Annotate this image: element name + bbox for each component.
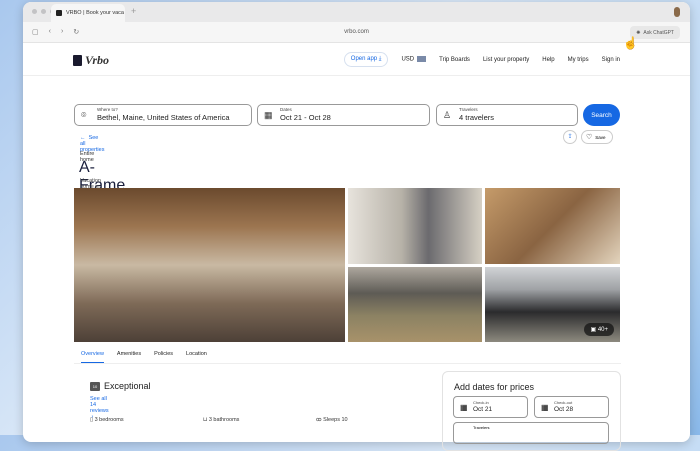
booking-travelers-label: Travelers bbox=[473, 425, 490, 430]
calendar-icon: ▦ bbox=[460, 403, 468, 412]
save-label: Save bbox=[595, 134, 606, 140]
checkout-label: Check-out bbox=[554, 400, 573, 405]
booking-card: Add dates for prices ▦ Check-in Oct 21 ▦ Ch… bbox=[442, 371, 621, 451]
photo-bathroom[interactable] bbox=[348, 188, 482, 264]
checkout-field[interactable]: ▦ Check-out Oct 28 bbox=[534, 396, 609, 418]
nav-my-trips[interactable]: My trips bbox=[568, 57, 589, 63]
currency-selector[interactable]: USD bbox=[401, 56, 427, 63]
new-tab-button[interactable]: + bbox=[131, 6, 136, 16]
fact-bedrooms: ▯ 3 bedrooms bbox=[90, 417, 203, 423]
dates-field[interactable]: ▦ Dates Oct 21 - Oct 28 bbox=[257, 104, 430, 126]
hand-cursor-icon: ☝ bbox=[623, 36, 638, 50]
nav-list-property[interactable]: List your property bbox=[483, 57, 529, 63]
profile-avatar[interactable] bbox=[674, 7, 680, 17]
logo-text: Vrbo bbox=[85, 53, 110, 67]
booking-title: Add dates for prices bbox=[454, 382, 535, 392]
photo-interior[interactable] bbox=[485, 188, 620, 264]
property-facts: ▯ 3 bedrooms ⊔ 3 bathrooms ꝏ Sleeps 10 bbox=[90, 417, 429, 423]
bathrooms-label: 3 bathrooms bbox=[208, 417, 240, 423]
more-photos-button[interactable]: ▣ 40+ bbox=[584, 323, 614, 336]
checkin-label: Check-in bbox=[473, 400, 489, 405]
booking-travelers-field[interactable]: Travelers bbox=[453, 422, 609, 444]
photo-living-room[interactable] bbox=[74, 188, 345, 342]
destination-label: Where to? bbox=[97, 107, 118, 112]
share-button[interactable]: ⇪ bbox=[563, 130, 577, 144]
chatgpt-icon: ✺ bbox=[636, 29, 641, 36]
search-button[interactable]: Search bbox=[583, 104, 620, 126]
nav-sign-in[interactable]: Sign in bbox=[602, 57, 620, 63]
share-icon: ⇪ bbox=[567, 134, 573, 140]
travelers-value: 4 travelers bbox=[459, 113, 495, 122]
checkin-field[interactable]: ▦ Check-in Oct 21 bbox=[453, 396, 528, 418]
url-field[interactable]: vrbo.com bbox=[23, 29, 690, 35]
reviews-link-label: See all 14 reviews bbox=[90, 396, 109, 414]
heart-icon: ♡ bbox=[586, 134, 593, 141]
ask-label: Ask ChatGPT bbox=[643, 29, 674, 36]
photo-count: 40+ bbox=[597, 327, 608, 333]
currency-label: USD bbox=[401, 56, 415, 63]
nav-help[interactable]: Help bbox=[542, 57, 554, 63]
dates-label: Dates bbox=[280, 107, 292, 112]
tab-bar: VRBO | Book your vaca + bbox=[23, 2, 690, 22]
gallery-icon: ▣ bbox=[590, 327, 598, 333]
tab-location[interactable]: Location bbox=[186, 351, 207, 357]
checkin-value: Oct 21 bbox=[473, 406, 493, 413]
address-bar: ▢ ‹ › ↻ vrbo.com ✺ Ask ChatGPT bbox=[23, 22, 690, 43]
tab-overview[interactable]: Overview bbox=[81, 345, 104, 363]
bedrooms-label: 3 bedrooms bbox=[94, 417, 124, 423]
fact-bathrooms: ⊔ 3 bathrooms bbox=[203, 417, 316, 423]
calendar-icon: ▦ bbox=[541, 403, 549, 412]
person-icon: ♙ bbox=[443, 110, 452, 120]
vrbo-logo[interactable]: Vrbo bbox=[73, 53, 109, 68]
destination-field[interactable]: ⌾ Where to? Bethel, Maine, United States o… bbox=[74, 104, 252, 126]
calendar-icon: ▦ bbox=[264, 110, 273, 120]
rating-label: Exceptional bbox=[104, 381, 151, 391]
location-pin-icon: ⌾ bbox=[81, 110, 87, 120]
browser-tab[interactable]: VRBO | Book your vaca bbox=[51, 4, 125, 22]
tab-policies[interactable]: Policies bbox=[154, 351, 173, 357]
tab-title: VRBO | Book your vaca bbox=[66, 10, 124, 16]
tab-amenities[interactable]: Amenities bbox=[117, 351, 141, 357]
dates-value: Oct 21 - Oct 28 bbox=[280, 113, 331, 122]
save-button[interactable]: ♡ Save bbox=[581, 130, 613, 144]
fact-sleeps: ꝏ Sleeps 10 bbox=[316, 417, 429, 423]
nav-trip-boards[interactable]: Trip Boards bbox=[439, 57, 470, 63]
photo-yard[interactable] bbox=[348, 267, 482, 342]
section-tabs: Overview Amenities Policies Location bbox=[74, 344, 621, 364]
sleeps-label: Sleeps 10 bbox=[323, 417, 348, 423]
open-app-button[interactable]: Open app ⤓ bbox=[343, 52, 389, 67]
travelers-label: Travelers bbox=[459, 107, 478, 112]
site-header: Vrbo Open app ⤓ USD Trip Boards List you… bbox=[23, 43, 690, 76]
vrbo-favicon-icon bbox=[56, 10, 62, 16]
photo-exterior[interactable]: ▣ 40+ bbox=[485, 267, 620, 342]
destination-value: Bethel, Maine, United States of America bbox=[97, 113, 230, 122]
checkout-value: Oct 28 bbox=[554, 406, 574, 413]
rating-summary: 10 Exceptional bbox=[90, 381, 151, 391]
travelers-field[interactable]: ♙ Travelers 4 travelers bbox=[436, 104, 578, 126]
us-flag-icon bbox=[417, 56, 427, 63]
search-bar: ⌾ Where to? Bethel, Maine, United States o… bbox=[74, 104, 621, 126]
score-badge: 10 bbox=[90, 381, 100, 391]
